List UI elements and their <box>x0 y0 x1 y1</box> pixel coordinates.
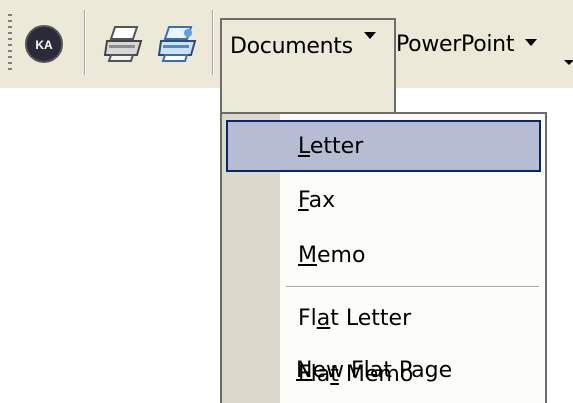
printer-icon <box>103 23 145 65</box>
menu-item-label: Memo <box>298 242 366 268</box>
menu-item-label: Flat Letter <box>298 305 412 331</box>
menu-item-letter[interactable]: Letter <box>226 120 541 172</box>
chevron-down-icon <box>363 32 376 39</box>
documents-menu-label: Documents <box>230 34 353 59</box>
print-color-icon <box>157 23 199 65</box>
toolbar-overflow-icon[interactable] <box>564 60 573 65</box>
menu-item-new-flat-page[interactable]: New Flat Page <box>222 344 543 396</box>
ka-logo-icon: KA <box>24 24 64 64</box>
menu-icon-gutter <box>222 344 276 396</box>
print-button[interactable] <box>96 16 152 72</box>
powerpoint-menu[interactable]: PowerPoint <box>396 0 556 88</box>
menu-item-fax[interactable]: Fax <box>226 174 541 226</box>
documents-menu[interactable]: Documents <box>220 18 396 114</box>
powerpoint-menu-label: PowerPoint <box>396 31 515 57</box>
dropdown-border-right <box>545 344 547 403</box>
menu-item-memo[interactable]: Memo <box>226 229 541 281</box>
menu-item-label: New Flat Page <box>296 357 453 383</box>
svg-text:KA: KA <box>35 38 53 52</box>
toolbar-grip[interactable] <box>8 14 12 72</box>
toolbar: KA Documents PowerPoint <box>0 0 573 114</box>
toolbar-separator <box>84 10 86 75</box>
menu-item-label: Fax <box>298 187 336 213</box>
menu-item-flat-letter[interactable]: Flat Letter <box>226 292 541 344</box>
menu-item-label: Letter <box>298 133 364 159</box>
ka-logo-button[interactable]: KA <box>16 16 72 72</box>
menu-separator <box>286 286 539 288</box>
toolbar-separator <box>212 10 214 75</box>
chevron-down-icon <box>525 38 538 46</box>
print-color-button[interactable] <box>150 16 206 72</box>
dropdown-border-left <box>220 344 222 403</box>
application-window: KA Documents PowerPoint Letter Fax Memo … <box>0 0 573 403</box>
